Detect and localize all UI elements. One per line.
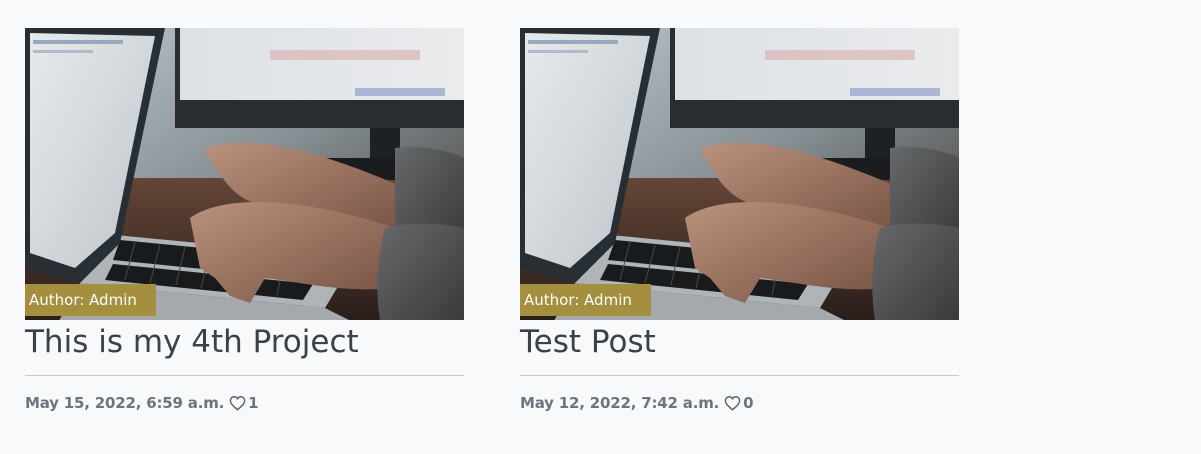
author-badge: Author: Admin [520, 284, 651, 316]
post-thumbnail-link[interactable]: Author: Admin [520, 28, 959, 320]
author-badge: Author: Admin [25, 284, 156, 316]
post-card: Author: Admin This is my 4th Project May… [25, 28, 464, 414]
like-count: 0 [743, 394, 754, 412]
post-meta: May 12, 2022, 7:42 a.m. 0 [520, 392, 959, 414]
post-date: May 12, 2022, 7:42 a.m. [520, 394, 720, 412]
like-count: 1 [248, 394, 259, 412]
post-title[interactable]: Test Post [520, 322, 959, 362]
laptop-photo [25, 28, 464, 320]
like-button[interactable]: 1 [229, 394, 259, 412]
heart-icon [724, 396, 741, 411]
post-meta: May 15, 2022, 6:59 a.m. 1 [25, 392, 464, 414]
post-date: May 15, 2022, 6:59 a.m. [25, 394, 225, 412]
divider [25, 375, 464, 376]
heart-icon [229, 396, 246, 411]
post-thumbnail-link[interactable]: Author: Admin [25, 28, 464, 320]
like-button[interactable]: 0 [724, 394, 754, 412]
divider [520, 375, 959, 376]
laptop-photo [520, 28, 959, 320]
post-card: Author: Admin Test Post May 12, 2022, 7:… [520, 28, 959, 414]
post-title[interactable]: This is my 4th Project [25, 322, 464, 362]
